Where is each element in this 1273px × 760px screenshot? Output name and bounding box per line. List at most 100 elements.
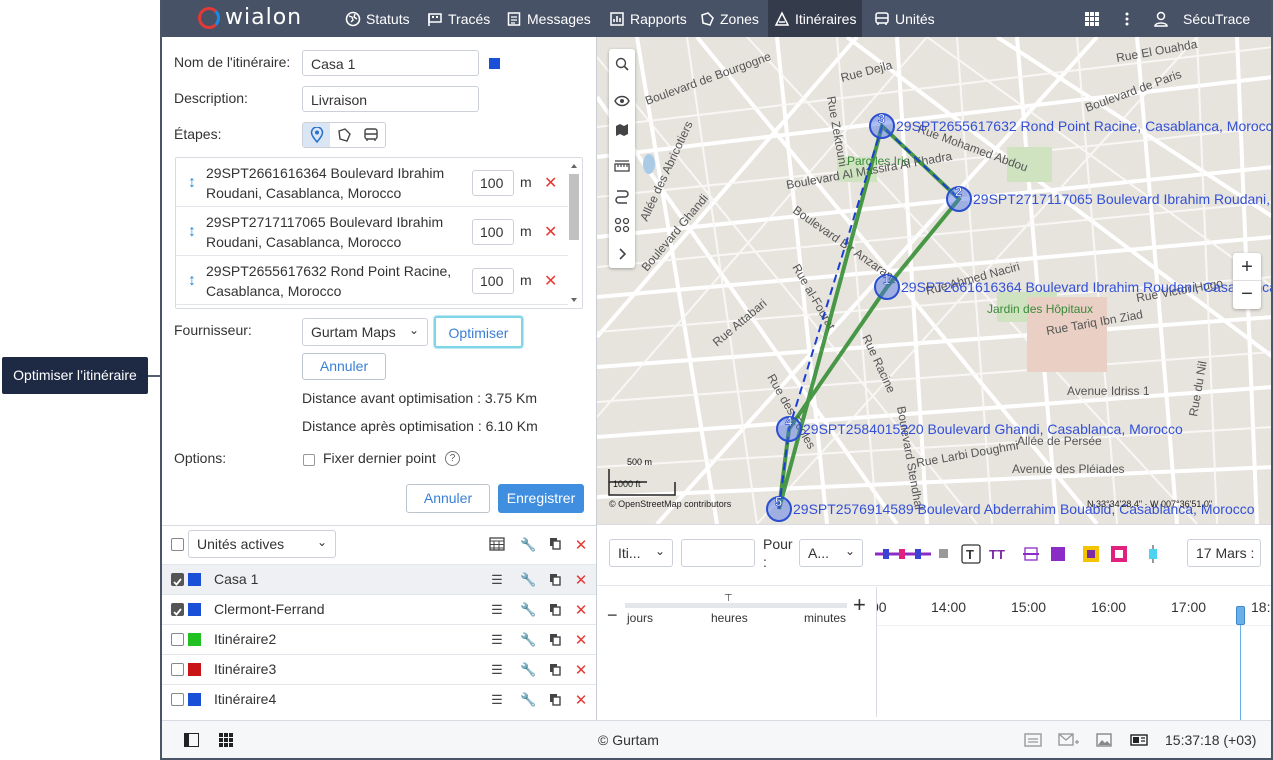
timeline-search-input[interactable] — [681, 539, 755, 567]
apps-grid-button[interactable] — [1084, 0, 1100, 37]
timeline-date-input[interactable]: 17 Mars : — [1187, 539, 1261, 567]
table-icon[interactable] — [489, 537, 505, 553]
map-layers-icon[interactable] — [609, 115, 635, 144]
notification-icon[interactable] — [1024, 733, 1042, 747]
wrench-icon[interactable]: 🔧 — [520, 632, 536, 648]
route-color-picker[interactable] — [489, 58, 500, 69]
nav-rapports[interactable]: Rapports — [603, 0, 693, 37]
monitoring-icon[interactable] — [1130, 733, 1148, 747]
list-icon[interactable]: ☰ — [489, 662, 505, 678]
sensor-filter-icon[interactable] — [1051, 547, 1065, 561]
zoom-in-button[interactable]: + — [1233, 253, 1261, 281]
text-filter-alt-icon[interactable]: TT — [989, 547, 1005, 562]
delete-stage-icon[interactable]: ✕ — [544, 222, 557, 242]
delete-icon[interactable]: ✕ — [573, 631, 589, 649]
route-list-row[interactable]: Itinéraire2 ☰ 🔧 ✕ — [162, 624, 596, 654]
nav-traces[interactable]: Tracés — [421, 0, 496, 37]
units-filter-select[interactable]: Unités actives ⌄ — [188, 530, 336, 558]
wialon-logo[interactable]: wialon — [198, 7, 302, 29]
stage-radius-input[interactable]: 100 — [472, 219, 514, 245]
delete-icon[interactable]: ✕ — [573, 536, 589, 554]
more-menu-button[interactable] — [1124, 0, 1130, 37]
list-icon[interactable]: ☰ — [489, 572, 505, 588]
stop-filter-icon[interactable] — [939, 549, 948, 558]
stage-radius-input[interactable]: 100 — [472, 268, 514, 294]
copy-icon[interactable] — [547, 633, 563, 649]
timeline-zoom-out-button[interactable]: − — [607, 605, 618, 626]
help-icon[interactable]: ? — [445, 451, 460, 466]
route-tool-icon[interactable] — [609, 181, 635, 210]
route-list-row[interactable]: Itinéraire3 ☰ 🔧 ✕ — [162, 654, 596, 684]
zoom-out-button[interactable]: − — [1233, 281, 1261, 309]
wrench-icon[interactable]: 🔧 — [520, 537, 536, 553]
drag-handle-icon[interactable]: ↕ — [188, 223, 196, 241]
stage-type-zone-button[interactable] — [330, 123, 357, 147]
route-visibility-checkbox[interactable] — [171, 663, 184, 676]
stage-type-point-button[interactable] — [303, 123, 331, 147]
nearest-units-icon[interactable] — [609, 210, 635, 239]
nav-unites[interactable]: Unités — [868, 0, 941, 37]
delete-icon[interactable]: ✕ — [573, 661, 589, 679]
route-list-row[interactable]: Itinéraire4 ☰ 🔧 ✕ — [162, 684, 596, 714]
event-filter-icon[interactable] — [1023, 547, 1039, 561]
nav-statuts[interactable]: Statuts — [339, 0, 416, 37]
track-filter-icon[interactable] — [875, 549, 931, 559]
delete-stage-icon[interactable]: ✕ — [544, 271, 557, 291]
copy-icon[interactable] — [547, 663, 563, 679]
copy-icon[interactable] — [547, 537, 563, 553]
image-icon[interactable] — [1096, 733, 1112, 747]
description-input[interactable]: Livraison — [302, 86, 479, 112]
wrench-icon[interactable]: 🔧 — [520, 662, 536, 678]
drag-handle-icon[interactable]: ↕ — [188, 272, 196, 290]
provider-select[interactable]: Gurtam Maps ⌄ — [302, 318, 428, 346]
chevron-right-icon[interactable] — [609, 239, 635, 268]
map-canvas[interactable]: Boulevard de Bourgogne Rue Dejla Bouleva… — [597, 37, 1273, 524]
route-name-input[interactable]: Casa 1 — [302, 50, 479, 76]
cancel-optimization-button[interactable]: Annuler — [302, 353, 386, 380]
wrench-icon[interactable]: 🔧 — [520, 602, 536, 618]
map-search-icon[interactable] — [609, 49, 635, 78]
timeline-zoom-slider[interactable] — [625, 603, 847, 608]
stages-scrollbar[interactable] — [567, 160, 581, 306]
timeline-zoom-in-button[interactable]: + — [853, 592, 866, 618]
route-visibility-checkbox[interactable] — [171, 633, 184, 646]
mail-icon[interactable] — [1058, 733, 1080, 747]
nav-messages[interactable]: Messages — [500, 0, 597, 37]
delete-icon[interactable]: ✕ — [573, 601, 589, 619]
save-button[interactable]: Enregistrer — [498, 484, 584, 513]
list-icon[interactable]: ☰ — [489, 692, 505, 708]
nav-itineraires[interactable]: Itinéraires — [768, 0, 863, 37]
delete-stage-icon[interactable]: ✕ — [544, 173, 557, 193]
text-filter-icon[interactable]: T — [961, 544, 981, 564]
ruler-icon[interactable] — [609, 152, 635, 181]
stage-radius-input[interactable]: 100 — [472, 170, 514, 196]
drag-handle-icon[interactable]: ↕ — [188, 174, 196, 192]
fix-last-point-checkbox[interactable] — [303, 454, 315, 466]
list-icon[interactable]: ☰ — [489, 602, 505, 618]
timeline-route-select[interactable]: Iti... ⌄ — [609, 539, 673, 567]
list-icon[interactable]: ☰ — [489, 632, 505, 648]
stage-type-unit-button[interactable] — [358, 123, 385, 147]
timeline-cursor-handle[interactable] — [1236, 606, 1245, 625]
wrench-icon[interactable]: 🔧 — [520, 572, 536, 588]
video-filter-icon[interactable] — [1149, 549, 1157, 559]
route-visibility-checkbox[interactable] — [171, 573, 184, 586]
route-list-row[interactable]: Casa 1 ☰ 🔧 ✕ — [162, 564, 596, 594]
route-visibility-checkbox[interactable] — [171, 693, 184, 706]
grid-icon[interactable] — [219, 733, 233, 747]
delete-icon[interactable]: ✕ — [573, 691, 589, 709]
nav-zones[interactable]: Zones — [693, 0, 765, 37]
cancel-button[interactable]: Annuler — [406, 484, 490, 513]
optimize-button[interactable]: Optimiser — [434, 316, 523, 348]
account-menu[interactable]: SécuTrace — [1153, 0, 1250, 37]
select-all-checkbox[interactable] — [171, 538, 184, 551]
copy-icon[interactable] — [547, 603, 563, 619]
delete-icon[interactable]: ✕ — [573, 571, 589, 589]
map-view[interactable]: Boulevard de Bourgogne Rue Dejla Bouleva… — [597, 37, 1273, 524]
panel-toggle-icon[interactable] — [184, 733, 199, 747]
wrench-icon[interactable]: 🔧 — [520, 692, 536, 708]
copy-icon[interactable] — [547, 693, 563, 709]
slider-handle-icon[interactable]: ⊤ — [724, 593, 733, 604]
eye-icon[interactable] — [609, 86, 635, 115]
route-visibility-checkbox[interactable] — [171, 603, 184, 616]
